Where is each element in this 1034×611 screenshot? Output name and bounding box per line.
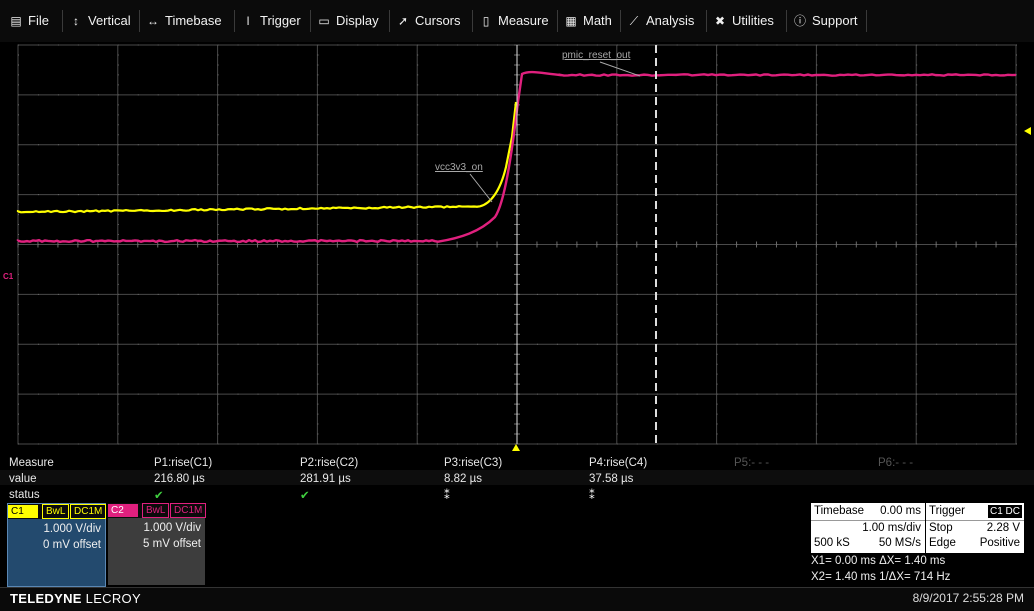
channel-c1-descriptor[interactable]: C1 BwL DC1M 1.000 V/div 0 mV offset <box>7 503 106 587</box>
timebase-descriptor[interactable]: Timebase 0.00 ms 1.00 ms/div 500 kS 50 M… <box>811 503 925 553</box>
measure-icon: ▯ <box>478 8 494 34</box>
trigger-slope: Positive <box>980 537 1020 549</box>
menu-file[interactable]: ▤ File <box>8 8 49 34</box>
menu-separator <box>139 10 140 32</box>
menu-separator <box>234 10 235 32</box>
menu-support[interactable]: ⓘ Support <box>792 8 858 34</box>
menu-separator <box>620 10 621 32</box>
cursor-readout-line1: X1= 0.00 ms ΔX= 1.40 ms <box>811 555 945 567</box>
trace-label-c1: vcc3v3_on <box>435 162 483 173</box>
trigger-type: Edge <box>929 537 956 549</box>
coupling-badge: DC1M <box>170 503 206 518</box>
datetime-display: 8/9/2017 2:55:28 PM <box>913 591 1024 605</box>
cursor-readout-line2: X2= 1.40 ms 1/ΔX= 714 Hz <box>811 571 950 583</box>
menu-separator <box>472 10 473 32</box>
channel-c2-tag: C2 <box>108 504 138 517</box>
waveform-display[interactable]: vcc3v3_on pmic_reset_out C1 <box>0 42 1034 454</box>
measure-header-label: Measure <box>9 457 54 469</box>
sample-rate: 50 MS/s <box>879 537 921 549</box>
menu-utilities[interactable]: ✖ Utilities <box>712 8 774 34</box>
menu-bar: ▤ File ↕ Vertical ↔ Timebase ǀ Trigger ▭ Disp… <box>0 0 1034 42</box>
param-name[interactable]: P4:rise(C4) <box>589 457 647 469</box>
menu-separator <box>389 10 390 32</box>
status-warning-icon: ⁑ <box>444 488 450 502</box>
trigger-mode: Stop <box>929 522 953 534</box>
param-name[interactable]: P2:rise(C2) <box>300 457 358 469</box>
channel-c1-tag: C1 <box>8 505 38 518</box>
menu-analysis[interactable]: ⟋ Analysis <box>626 8 694 34</box>
status-ok-icon: ✔ <box>154 488 164 502</box>
menu-vertical[interactable]: ↕ Vertical <box>68 8 131 34</box>
trigger-level: 2.28 V <box>987 522 1020 534</box>
menu-trigger[interactable]: ǀ Trigger <box>240 8 301 34</box>
status-ok-icon: ✔ <box>300 488 310 502</box>
menu-cursors[interactable]: ➚ Cursors <box>395 8 461 34</box>
param-value: 281.91 µs <box>300 473 351 485</box>
menu-measure[interactable]: ▯ Measure <box>478 8 549 34</box>
menu-separator <box>786 10 787 32</box>
calculator-icon: ▦ <box>563 8 579 34</box>
trace-label-c2: pmic_reset_out <box>562 50 630 61</box>
status-row-label: status <box>9 489 40 501</box>
value-row-label: value <box>9 473 37 485</box>
sample-count: 500 kS <box>814 537 850 549</box>
menu-separator <box>310 10 311 32</box>
offset-value: 5 mV offset <box>143 538 201 550</box>
param-value: 8.82 µs <box>444 473 482 485</box>
menu-separator <box>62 10 63 32</box>
horizontal-arrows-icon: ↔ <box>145 8 161 34</box>
info-icon: ⓘ <box>792 8 808 34</box>
analysis-chart-icon: ⟋ <box>626 8 642 34</box>
param-value: 216.80 µs <box>154 473 205 485</box>
menu-separator <box>866 10 867 32</box>
c1-waveform-trace <box>18 102 516 212</box>
status-warning-icon: ⁑ <box>589 488 595 502</box>
param-name[interactable]: P3:rise(C3) <box>444 457 502 469</box>
trigger-level-marker[interactable] <box>1024 127 1031 135</box>
cursor-icon: ➚ <box>395 8 411 34</box>
file-icon: ▤ <box>8 8 24 34</box>
param-name-empty[interactable]: P5:- - - <box>734 457 769 469</box>
trigger-title: Trigger <box>929 505 965 517</box>
wrench-icon: ✖ <box>712 8 728 34</box>
coupling-badge: DC1M <box>70 504 106 519</box>
vertical-arrows-icon: ↕ <box>68 8 84 34</box>
volts-per-div: 1.000 V/div <box>143 522 201 534</box>
trigger-source-badge: C1 DC <box>988 505 1022 518</box>
timebase-delay: 0.00 ms <box>880 505 921 517</box>
menu-math[interactable]: ▦ Math <box>563 8 612 34</box>
channel-c2-descriptor[interactable]: C2 BwL DC1M 1.000 V/div 5 mV offset <box>108 503 205 585</box>
display-icon: ▭ <box>316 8 332 34</box>
brand-logo: TELEDYNE LECROY <box>10 591 141 606</box>
offset-value: 0 mV offset <box>43 539 101 551</box>
volts-per-div: 1.000 V/div <box>43 523 101 535</box>
measure-table: Measure value status P1:rise(C1) 216.80 … <box>0 454 1034 502</box>
menu-timebase[interactable]: ↔ Timebase <box>145 8 222 34</box>
param-name[interactable]: P1:rise(C1) <box>154 457 212 469</box>
bandwidth-limit-badge: BwL <box>42 504 69 519</box>
waveform-grid[interactable] <box>0 42 1034 454</box>
param-name-empty[interactable]: P6:- - - <box>878 457 913 469</box>
bandwidth-limit-badge: BwL <box>142 503 169 518</box>
status-footer: TELEDYNE LECROY 8/9/2017 2:55:28 PM <box>0 587 1034 611</box>
menu-separator <box>706 10 707 32</box>
param-value: 37.58 µs <box>589 473 633 485</box>
menu-separator <box>557 10 558 32</box>
trigger-icon: ǀ <box>240 8 256 34</box>
time-per-div: 1.00 ms/div <box>862 522 921 534</box>
trigger-descriptor[interactable]: Trigger C1 DC Stop 2.28 V Edge Positive <box>926 503 1024 553</box>
channel-edge-label: C1 <box>3 272 13 281</box>
menu-display[interactable]: ▭ Display <box>316 8 379 34</box>
c1-label-leader <box>470 174 492 202</box>
trigger-position-marker[interactable] <box>512 444 520 451</box>
timebase-title: Timebase <box>814 505 864 517</box>
